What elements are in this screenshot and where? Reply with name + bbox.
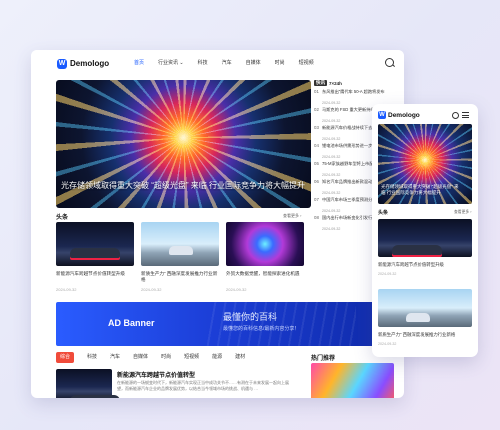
sidebar-header: 快讯 7×24h: [314, 80, 394, 86]
card-image[interactable]: [378, 219, 472, 257]
flash-number: 04: [314, 143, 319, 148]
news-card[interactable]: 外贸大数据觉醒，智能探索进化机遇 2024-09-32: [226, 222, 304, 292]
category-tabs: 综合 科技 汽车 自媒体 时尚 短视频 能源 建材: [56, 352, 321, 363]
card-date: 2024-09-32: [378, 272, 397, 276]
search-icon[interactable]: [385, 58, 394, 67]
card-title[interactable]: 新质生产力” 西融深度发展推力行业新格: [141, 271, 219, 283]
card-date: 2024-09-32: [141, 287, 162, 292]
mobile-hero[interactable]: 光存储领域取得重大突破 “超级光盘” 来临 行业国际竞争力将大幅提升: [378, 124, 472, 204]
search-icon[interactable]: [452, 112, 459, 119]
news-thumbnail[interactable]: [56, 369, 120, 398]
card-image: [141, 222, 219, 266]
tab-energy[interactable]: 能源: [212, 353, 222, 363]
flash-number: 08: [314, 215, 319, 220]
flash-title[interactable]: 东风推出“鹰代车 50-A 超跑将发布: [322, 89, 385, 100]
mobile-logo[interactable]: W Demologo: [378, 111, 420, 119]
hero-carousel[interactable]: 光存储领域取得重大突破 “超级光盘” 来临 行业国际竞争力将大幅提升: [56, 80, 311, 208]
flash-number: 05: [314, 161, 319, 166]
flash-number: 06: [314, 179, 319, 184]
section-title-headline: 头条: [56, 215, 69, 221]
main-menu: 首页 行业资讯 ⌄ 科技 汽车 自媒体 时尚 短视频: [134, 59, 328, 66]
flash-number: 03: [314, 125, 319, 130]
view-more-link[interactable]: 查看更多 ›: [454, 210, 472, 215]
nav-item-home[interactable]: 首页: [134, 59, 144, 66]
card-title[interactable]: 新能源汽车跨越节点价值转型升级: [378, 262, 444, 268]
nav-item-media[interactable]: 自媒体: [246, 59, 261, 66]
view-more-link[interactable]: 查看更多 ›: [283, 213, 301, 219]
tab-auto[interactable]: 汽车: [110, 353, 120, 363]
logo-icon: W: [57, 58, 67, 69]
ad-banner-label: AD Banner: [108, 318, 155, 328]
tab-all[interactable]: 综合: [56, 352, 75, 363]
nav-item-auto[interactable]: 汽车: [222, 59, 232, 66]
flash-number: 01: [314, 89, 319, 94]
ad-banner-subline: 最懂您的百科信息/最新内容分享！: [223, 326, 300, 332]
news-summary: 在新能源的一场蜕变时代下，新能源汽车实现正当中成功关节不……有测在于未来发展一起…: [117, 380, 289, 391]
news-card[interactable]: 新质生产力” 西融深度发展推力行业新格 2024-09-32: [141, 222, 219, 292]
nav-item-tech[interactable]: 科技: [198, 59, 208, 66]
logo[interactable]: W Demologo: [57, 58, 109, 69]
hero-caption[interactable]: 光存储领域取得重大突破 “超级光盘” 来临 行业国际竞争力将大幅提升: [61, 180, 311, 191]
flash-number: 02: [314, 107, 319, 112]
hamburger-menu-icon[interactable]: [462, 112, 469, 118]
flash-tag: 快讯: [314, 80, 327, 86]
ad-banner-headline: 最懂你的百科: [223, 312, 278, 322]
flash-number: 07: [314, 197, 319, 202]
nav-item-industry[interactable]: 行业资讯 ⌄: [158, 59, 184, 66]
section-title-headline: 头条: [378, 210, 389, 216]
top-nav: W Demologo 首页 行业资讯 ⌄ 科技 汽车 自媒体 时尚 短视频: [31, 50, 404, 76]
mobile-preview: W Demologo 光存储领域取得重大突破 “超级光盘” 来临 行业国际竞争力…: [372, 104, 478, 357]
logo-text: Demologo: [70, 59, 110, 68]
card-title[interactable]: 新质生产力” 西融深度发展推力行业新格: [378, 332, 455, 338]
card-date: 2024-09-32: [56, 287, 77, 292]
ad-banner[interactable]: AD Banner 最懂你的百科 最懂您的百科信息/最新内容分享！: [56, 302, 394, 346]
sidebar-title: 7×24h: [329, 80, 342, 86]
logo-text: Demologo: [388, 111, 420, 119]
tab-media[interactable]: 自媒体: [133, 353, 148, 363]
hot-recommend-title: 热门推荐: [311, 356, 336, 362]
card-date: 2024-09-32: [226, 287, 247, 292]
news-card[interactable]: 新能源汽车跨越节点价值转型升级 2024-09-32: [56, 222, 134, 292]
card-date: 2024-09-32: [378, 342, 397, 346]
hero-caption[interactable]: 光存储领域取得重大突破 “超级光盘” 来临 行业国际竞争力将大幅提升: [381, 184, 461, 196]
tab-fashion[interactable]: 时尚: [161, 353, 171, 363]
card-image[interactable]: [378, 289, 472, 327]
tab-materials[interactable]: 建材: [235, 353, 245, 363]
card-image: [226, 222, 304, 266]
logo-icon: W: [378, 111, 386, 119]
card-title[interactable]: 新能源汽车跨越节点价值转型升级: [56, 271, 134, 283]
nav-item-video[interactable]: 短视频: [299, 59, 314, 66]
tab-video[interactable]: 短视频: [184, 353, 199, 363]
card-title[interactable]: 外贸大数据觉醒，智能探索进化机遇: [226, 271, 304, 283]
news-title[interactable]: 新能源汽车跨越节点价值转型: [117, 370, 195, 379]
desktop-preview: W Demologo 首页 行业资讯 ⌄ 科技 汽车 自媒体 时尚 短视频 光存…: [31, 50, 404, 398]
hot-recommend-image[interactable]: [311, 363, 394, 398]
flash-item[interactable]: 01 东风推出“鹰代车 50-A 超跑将发布 2024-09-32: [314, 89, 394, 105]
card-image: [56, 222, 134, 266]
tab-tech[interactable]: 科技: [87, 353, 97, 363]
nav-item-fashion[interactable]: 时尚: [275, 59, 285, 66]
